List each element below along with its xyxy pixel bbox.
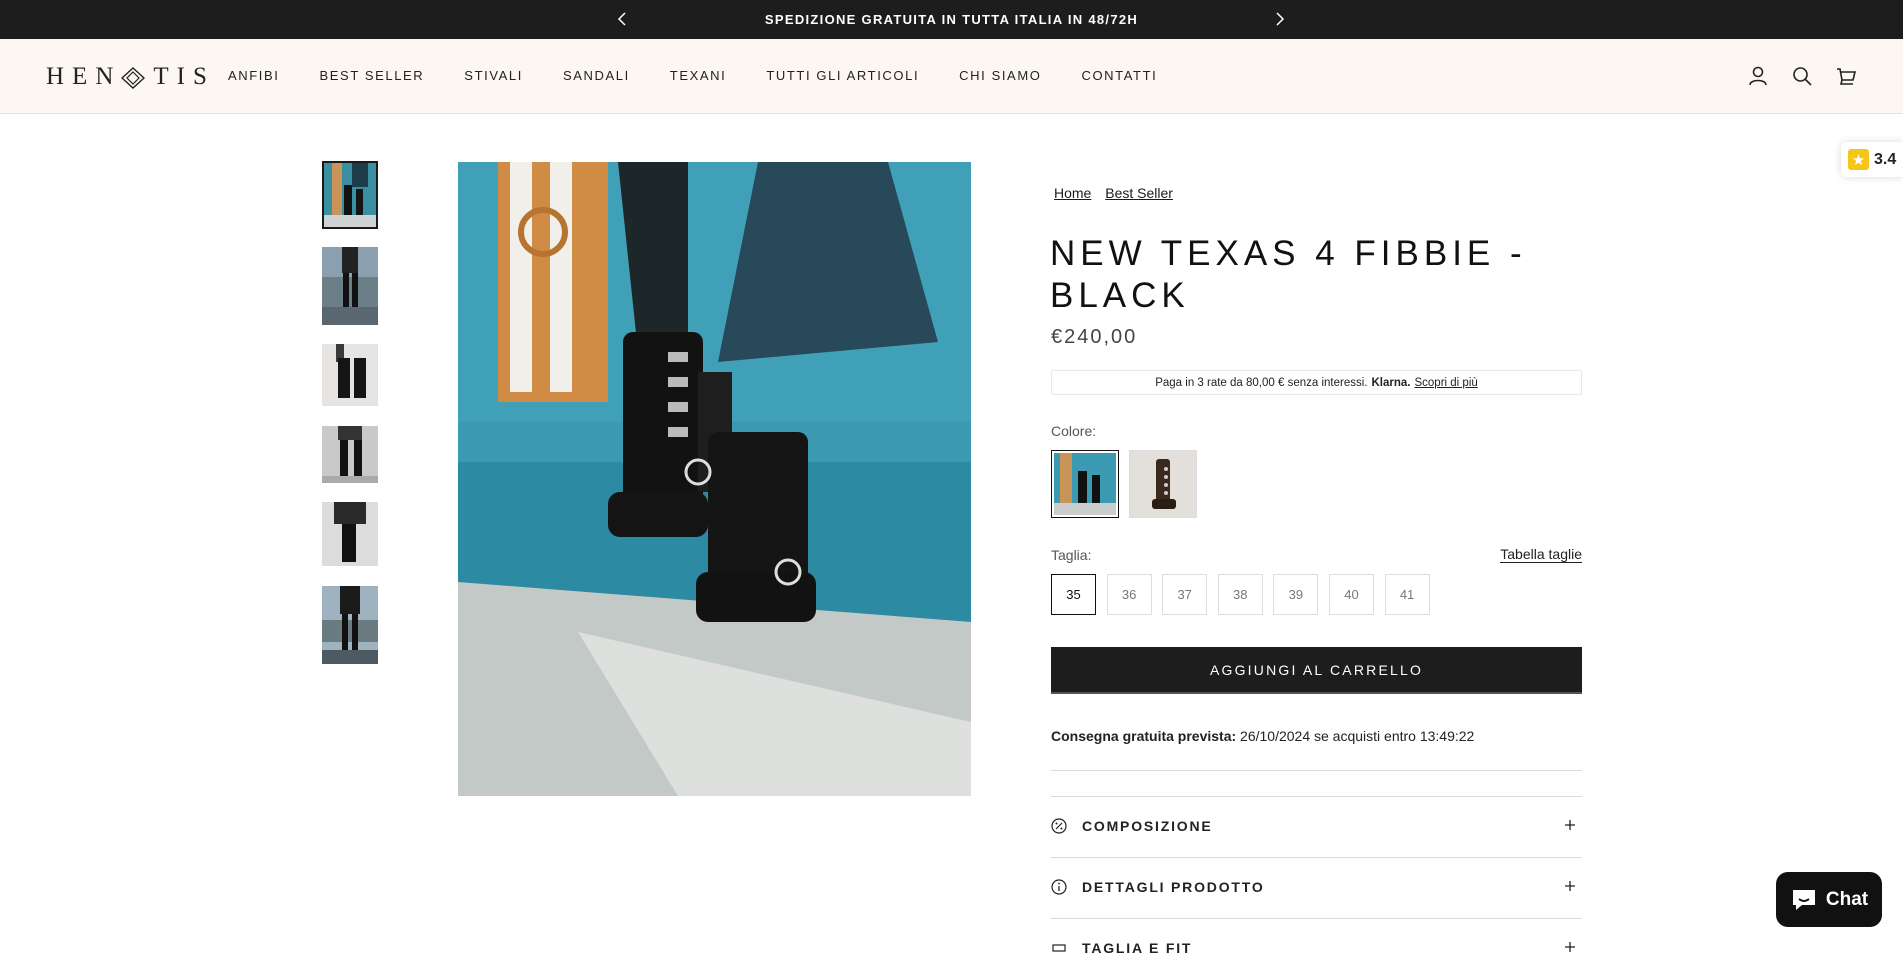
announcement-text: SPEDIZIONE GRATUITA IN TUTTA ITALIA IN 4…: [764, 12, 1139, 27]
info-icon: [1051, 879, 1067, 895]
color-swatch-black[interactable]: [1051, 450, 1119, 518]
logo-text-part: TIS: [153, 63, 215, 90]
delivery-estimate: Consegna gratuita prevista: 26/10/2024 s…: [1051, 728, 1474, 744]
accordion-taglia-e-fit[interactable]: TAGLIA E FIT: [1051, 918, 1582, 978]
chat-bubble-icon: [1792, 889, 1815, 910]
klarna-learn-more-link[interactable]: Scopri di più: [1414, 377, 1477, 389]
nav-item-texani[interactable]: TEXANI: [670, 68, 727, 83]
main-nav: ANFIBI BEST SELLER STIVALI SANDALI TEXAN…: [228, 68, 1197, 83]
size-chart-link[interactable]: Tabella taglie: [1500, 546, 1582, 563]
thumbnail-1[interactable]: [322, 161, 378, 229]
klarna-banner: Paga in 3 rate da 80,00 € senza interess…: [1051, 370, 1582, 395]
accordion-dettagli-prodotto[interactable]: DETTAGLI PRODOTTO: [1051, 857, 1582, 917]
thumbnail-4[interactable]: [322, 426, 378, 483]
nav-item-tutti-gli-articoli[interactable]: TUTTI GLI ARTICOLI: [766, 68, 919, 83]
klarna-text: Paga in 3 rate da 80,00 € senza interess…: [1155, 376, 1368, 389]
nav-item-contatti[interactable]: CONTATTI: [1081, 68, 1157, 83]
delivery-label: Consegna gratuita prevista:: [1051, 728, 1237, 744]
account-icon[interactable]: [1747, 65, 1769, 87]
product-photo: [458, 162, 971, 796]
size-option-39[interactable]: 39: [1273, 574, 1319, 615]
chevron-right-icon[interactable]: [1268, 8, 1290, 30]
logo[interactable]: HEN TIS: [46, 63, 215, 91]
nav-item-chi-siamo[interactable]: CHI SIAMO: [959, 68, 1041, 83]
search-icon[interactable]: [1791, 65, 1813, 87]
thumbnail-2[interactable]: [322, 247, 378, 325]
thumbnail-3[interactable]: [322, 344, 378, 406]
site-header: HEN TIS ANFIBI BEST SELLER STIVALI SANDAL…: [0, 39, 1903, 114]
accordion-composizione[interactable]: COMPOSIZIONE: [1051, 796, 1582, 856]
size-option-35[interactable]: 35: [1051, 574, 1096, 615]
size-option-41[interactable]: 41: [1384, 574, 1430, 615]
size-selector: 35 36 37 38 39 40 41: [1051, 574, 1440, 615]
plus-icon: [1563, 940, 1577, 954]
color-label: Colore:: [1051, 423, 1097, 439]
chevron-left-icon[interactable]: [612, 8, 634, 30]
breadcrumb: Home Best Seller: [1054, 185, 1183, 201]
product-main-image[interactable]: [458, 162, 971, 796]
accordion-title: DETTAGLI PRODOTTO: [1082, 879, 1265, 895]
color-swatch-brown[interactable]: [1129, 450, 1197, 518]
nav-item-stivali[interactable]: STIVALI: [464, 68, 523, 83]
breadcrumb-home[interactable]: Home: [1054, 185, 1091, 201]
plus-icon: [1563, 818, 1577, 832]
thumbnail-6[interactable]: [322, 586, 378, 664]
klarna-logo: Klarna.: [1371, 376, 1411, 389]
divider: [1051, 770, 1582, 771]
cart-icon[interactable]: [1835, 65, 1857, 87]
rating-badge[interactable]: ★ 3.4: [1841, 142, 1903, 177]
logo-text-part: HEN: [46, 63, 122, 90]
delivery-text: 26/10/2024 se acquisti entro 13:49:22: [1240, 728, 1475, 744]
header-icons: [1747, 65, 1857, 87]
logo-text: HEN TIS: [46, 63, 215, 91]
size-label: Taglia:: [1051, 547, 1092, 563]
size-option-36[interactable]: 36: [1106, 574, 1152, 615]
chat-label: Chat: [1825, 888, 1869, 910]
percent-icon: [1051, 818, 1067, 834]
chat-button[interactable]: Chat: [1776, 872, 1882, 927]
product-price: €240,00: [1051, 326, 1138, 348]
plus-icon: [1563, 879, 1577, 893]
star-icon: ★: [1848, 149, 1869, 170]
size-option-38[interactable]: 38: [1217, 574, 1263, 615]
add-to-cart-button[interactable]: AGGIUNGI AL CARRELLO: [1051, 647, 1582, 692]
logo-diamond-icon: [121, 67, 146, 90]
thumbnail-5[interactable]: [322, 502, 378, 566]
product-title: NEW TEXAS 4 FIBBIE - BLACK: [1050, 234, 1527, 315]
rating-value: 3.4: [1874, 150, 1897, 168]
nav-item-best-seller[interactable]: BEST SELLER: [320, 68, 425, 83]
nav-item-anfibi[interactable]: ANFIBI: [228, 68, 280, 83]
breadcrumb-best-seller[interactable]: Best Seller: [1105, 185, 1173, 201]
accordion-title: COMPOSIZIONE: [1082, 818, 1213, 834]
ruler-icon: [1051, 940, 1067, 956]
announcement-bar: SPEDIZIONE GRATUITA IN TUTTA ITALIA IN 4…: [0, 0, 1903, 39]
size-option-40[interactable]: 40: [1328, 574, 1374, 615]
accordion-title: TAGLIA E FIT: [1082, 940, 1193, 956]
size-option-37[interactable]: 37: [1162, 574, 1208, 615]
nav-item-sandali[interactable]: SANDALI: [563, 68, 630, 83]
